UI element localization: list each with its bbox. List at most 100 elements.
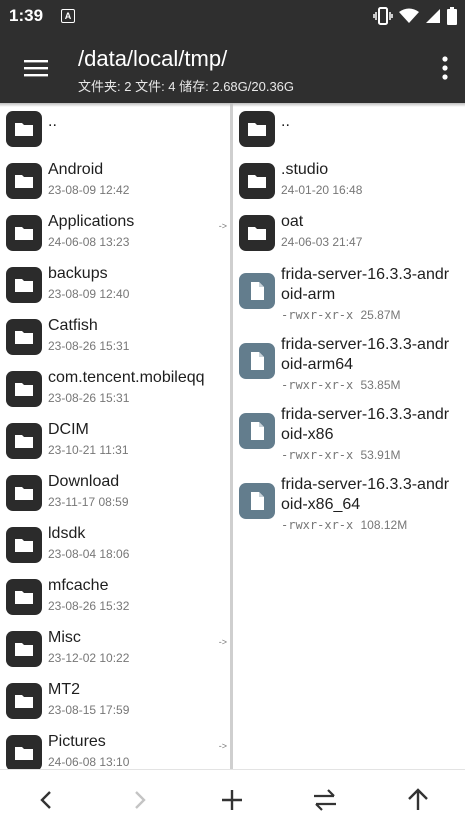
- folder-date: 23-08-26 15:31: [48, 391, 130, 405]
- folder-row[interactable]: ..: [233, 103, 465, 155]
- folder-date: 23-08-15 17:59: [48, 703, 130, 717]
- file-permissions: -rwxr-xr-x: [281, 378, 354, 392]
- file-name-line: oid-x86: [281, 426, 334, 443]
- folder-icon: [6, 527, 42, 563]
- file-icon: [239, 483, 275, 519]
- folder-row[interactable]: backups 23-08-09 12:40: [0, 259, 230, 311]
- folder-name: Misc: [48, 629, 81, 646]
- folder-date: 23-08-26 15:32: [48, 599, 130, 613]
- folder-name: Pictures: [48, 733, 106, 750]
- signal-icon: [426, 9, 440, 23]
- file-name: frida-server-16.3.3-andr oid-x86: [281, 405, 463, 445]
- right-pane[interactable]: .. .studio 24-01-20 16:48 oat 24-06-03 21:47…: [233, 103, 465, 769]
- folder-row[interactable]: oat 24-06-03 21:47: [233, 207, 465, 259]
- folder-date: 23-08-26 15:31: [48, 339, 130, 353]
- folder-date: 23-12-02 10:22: [48, 651, 130, 665]
- folder-row[interactable]: .studio 24-01-20 16:48: [233, 155, 465, 207]
- folder-date: 23-08-09 12:40: [48, 287, 130, 301]
- folder-name: backups: [48, 265, 108, 282]
- folder-icon: [239, 111, 275, 147]
- folder-row[interactable]: mfcache 23-08-26 15:32: [0, 571, 230, 623]
- notification-app-icon: A: [61, 9, 75, 23]
- storage-summary: 文件夹: 2 文件: 4 储存: 2.68G/20.36G: [78, 79, 295, 94]
- folder-name: .studio: [281, 161, 329, 178]
- folder-date: 23-08-04 18:06: [48, 547, 130, 561]
- folder-icon: [6, 163, 42, 199]
- file-permissions: -rwxr-xr-x: [281, 308, 354, 322]
- folder-date: 23-08-09 12:42: [48, 183, 130, 197]
- folder-date: 23-10-21 11:31: [48, 443, 129, 457]
- folder-icon: [239, 163, 275, 199]
- folder-name: com.tencent.mobileqq: [48, 369, 205, 386]
- current-path: /data/local/tmp/: [78, 46, 228, 71]
- folder-name: Applications: [48, 213, 135, 230]
- file-row[interactable]: frida-server-16.3.3-andr oid-arm64 -rwxr-x…: [233, 329, 465, 399]
- folder-icon: [6, 423, 42, 459]
- swap-icon[interactable]: [311, 786, 339, 814]
- status-time: 1:39: [9, 6, 44, 25]
- file-name-line: oid-arm64: [281, 356, 354, 373]
- up-arrow-icon[interactable]: [404, 786, 432, 814]
- file-meta: -rwxr-xr-x 25.87M: [281, 308, 401, 322]
- file-name-line: frida-server-16.3.3-andr: [281, 406, 450, 423]
- file-name: frida-server-16.3.3-andr oid-arm: [281, 265, 463, 305]
- file-row[interactable]: frida-server-16.3.3-andr oid-x86 -rwxr-xr-…: [233, 399, 465, 469]
- folder-icon: [6, 683, 42, 719]
- more-options-icon[interactable]: [439, 54, 451, 82]
- menu-icon[interactable]: [20, 54, 52, 82]
- file-meta: -rwxr-xr-x 53.91M: [281, 448, 401, 462]
- back-arrow-icon[interactable]: [32, 786, 60, 814]
- file-name: frida-server-16.3.3-andr oid-x86_64: [281, 475, 463, 515]
- folder-row[interactable]: Pictures 24-06-08 13:10 ->: [0, 727, 230, 769]
- folder-date: 24-06-03 21:47: [281, 235, 363, 249]
- file-size: 108.12M: [360, 518, 408, 532]
- file-size: 53.91M: [360, 448, 401, 462]
- battery-icon: [447, 7, 457, 25]
- add-icon[interactable]: [218, 786, 246, 814]
- folder-row[interactable]: DCIM 23-10-21 11:31: [0, 415, 230, 467]
- folder-row[interactable]: com.tencent.mobileqq 23-08-26 15:31: [0, 363, 230, 415]
- file-meta: -rwxr-xr-x 53.85M: [281, 378, 401, 392]
- file-row[interactable]: frida-server-16.3.3-andr oid-arm -rwxr-xr-…: [233, 259, 465, 329]
- folder-row[interactable]: Applications 24-06-08 13:23 ->: [0, 207, 230, 259]
- file-permissions: -rwxr-xr-x: [281, 448, 354, 462]
- file-icon: [239, 343, 275, 379]
- file-icon: [239, 413, 275, 449]
- folder-name: Catfish: [48, 317, 98, 334]
- folder-row[interactable]: Catfish 23-08-26 15:31: [0, 311, 230, 363]
- folder-row[interactable]: ldsdk 23-08-04 18:06: [0, 519, 230, 571]
- file-name-line: oid-x86_64: [281, 496, 361, 513]
- folder-date: 24-06-08 13:10: [48, 755, 130, 769]
- file-name-line: oid-arm: [281, 286, 336, 303]
- forward-arrow-icon[interactable]: [126, 786, 154, 814]
- folder-icon: [6, 319, 42, 355]
- folder-row[interactable]: Android 23-08-09 12:42: [0, 155, 230, 207]
- folder-icon: [6, 475, 42, 511]
- folder-icon: [6, 631, 42, 667]
- symlink-indicator: ->: [218, 741, 227, 751]
- file-row[interactable]: frida-server-16.3.3-andr oid-x86_64 -rwxr-…: [233, 469, 465, 539]
- folder-row[interactable]: MT2 23-08-15 17:59: [0, 675, 230, 727]
- folder-name: ..: [281, 113, 290, 130]
- file-name-line: frida-server-16.3.3-andr: [281, 266, 450, 283]
- status-bar: 1:39 A: [0, 0, 465, 32]
- folder-icon: [6, 111, 42, 147]
- folder-name: DCIM: [48, 421, 89, 438]
- folder-name: ldsdk: [48, 525, 86, 542]
- folder-name: oat: [281, 213, 304, 230]
- folder-row[interactable]: ..: [0, 103, 230, 155]
- folder-row[interactable]: Misc 23-12-02 10:22 ->: [0, 623, 230, 675]
- folder-row[interactable]: Download 23-11-17 08:59: [0, 467, 230, 519]
- vibrate-icon: [373, 7, 393, 25]
- folder-icon: [6, 267, 42, 303]
- folder-name: mfcache: [48, 577, 109, 594]
- file-name-line: frida-server-16.3.3-andr: [281, 336, 450, 353]
- file-meta: -rwxr-xr-x 108.12M: [281, 518, 407, 532]
- file-size: 53.85M: [360, 378, 401, 392]
- file-permissions: -rwxr-xr-x: [281, 518, 354, 532]
- folder-icon: [6, 215, 42, 251]
- file-icon: [239, 273, 275, 309]
- left-pane[interactable]: .. Android 23-08-09 12:42 Applications 24-06…: [0, 103, 230, 769]
- folder-date: 23-11-17 08:59: [48, 495, 129, 509]
- symlink-indicator: ->: [218, 637, 227, 647]
